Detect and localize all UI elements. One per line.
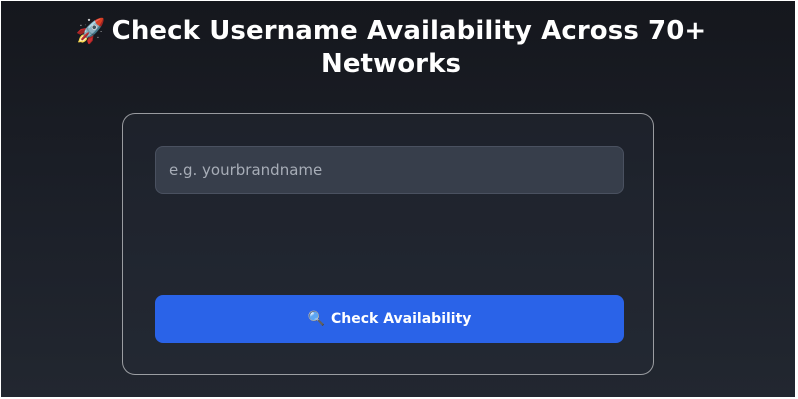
rocket-icon: 🚀 (75, 17, 106, 45)
check-availability-label: Check Availability (331, 311, 472, 327)
page-title: 🚀 Check Username Availability Across 70+ … (51, 15, 731, 81)
magnifier-icon: 🔍 (307, 311, 325, 327)
check-availability-button[interactable]: 🔍 Check Availability (155, 295, 624, 343)
page: 🚀 Check Username Availability Across 70+ … (1, 1, 795, 397)
page-title-text: Check Username Availability Across 70+ N… (111, 16, 707, 79)
username-check-card: 🔍 Check Availability (122, 113, 654, 375)
username-input[interactable] (155, 146, 624, 194)
